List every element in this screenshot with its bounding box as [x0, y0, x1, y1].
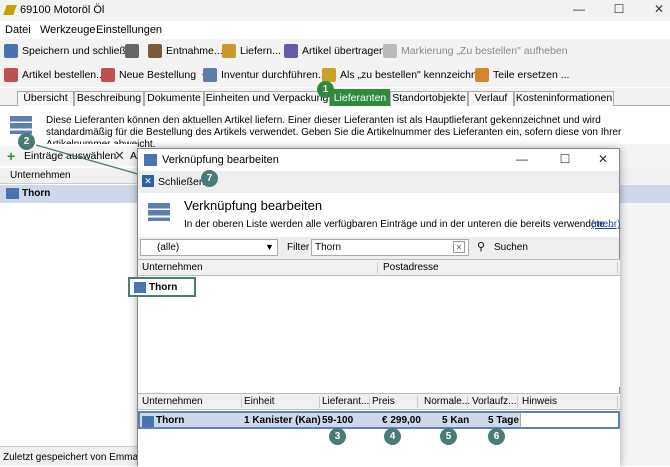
dialog-close-button[interactable]: ✕: [594, 152, 612, 168]
used-row-thorn[interactable]: Thorn 1 Kanister (Kan) 59-100 € 299,00 5…: [138, 411, 620, 429]
company-icon: [134, 282, 146, 293]
cell-price[interactable]: € 299,00: [382, 415, 421, 426]
cell-unit[interactable]: 1 Kanister (Kan): [244, 415, 321, 426]
cell-company: Thorn: [156, 415, 185, 426]
dialog-title: Verknüpfung bearbeiten: [162, 154, 279, 166]
badge-4: 4: [384, 428, 401, 445]
used-grid: Unternehmen Einheit Lieferant... Preis N…: [138, 393, 620, 467]
col-preis[interactable]: Preis: [372, 396, 418, 408]
dialog-maximize-button[interactable]: ☐: [556, 152, 574, 168]
category-dropdown[interactable]: (alle) ▼: [140, 239, 278, 256]
dialog-heading: Verknüpfung bearbeiten: [184, 198, 323, 213]
cell-supplier-no[interactable]: 59-100: [322, 415, 353, 426]
link-edit-icon: [148, 203, 170, 221]
badge-2: 2: [18, 133, 35, 150]
col-einheit[interactable]: Einheit: [244, 396, 320, 408]
cell-lead-time[interactable]: 5 Tage: [488, 415, 519, 426]
col-unternehmen-bottom[interactable]: Unternehmen: [142, 396, 242, 408]
filter-input[interactable]: Thorn ✕: [311, 239, 469, 256]
schliessen-button[interactable]: Schließen: [158, 176, 205, 188]
close-icon: ✕: [142, 175, 154, 187]
available-row-thorn[interactable]: Thorn: [128, 277, 196, 297]
dialog-minimize-button[interactable]: —: [513, 152, 531, 168]
badge-1: 1: [317, 81, 334, 98]
dialog-subtext: In der oberen Liste werden alle verfügba…: [184, 219, 614, 230]
dialog-titlebar: Verknüpfung bearbeiten — ☐ ✕: [138, 149, 619, 171]
dialog-header: Verknüpfung bearbeiten In der oberen Lis…: [138, 193, 620, 235]
col-normale[interactable]: Normale...: [424, 396, 470, 408]
clear-icon[interactable]: ✕: [453, 241, 465, 253]
col-lieferant[interactable]: Lieferant...: [322, 396, 370, 408]
cell-normal-qty[interactable]: 5 Kan: [442, 415, 469, 426]
available-grid-header: Unternehmen Postadresse: [138, 260, 620, 276]
company-icon: [142, 416, 154, 427]
badge-5: 5: [440, 428, 457, 445]
filter-row: (alle) ▼ Filter Thorn ✕ ⚲ Suchen: [138, 237, 619, 259]
search-icon: ⚲: [477, 241, 486, 253]
dialog-icon: [144, 154, 157, 166]
badge-7: 7: [201, 170, 218, 187]
badge-6: 6: [488, 428, 505, 445]
link-dialog: Verknüpfung bearbeiten — ☐ ✕ ✕ Schließen…: [128, 148, 620, 467]
badge-3: 3: [329, 428, 346, 445]
search-button[interactable]: Suchen: [494, 242, 528, 253]
col-vorlaufzeit[interactable]: Vorlaufz...: [472, 396, 518, 408]
col-postadresse[interactable]: Postadresse: [380, 262, 618, 274]
col-unternehmen-top[interactable]: Unternehmen: [142, 262, 378, 274]
more-link[interactable]: (mehr): [591, 219, 620, 230]
used-grid-header: Unternehmen Einheit Lieferant... Preis N…: [138, 394, 620, 410]
cell-note[interactable]: [520, 413, 618, 427]
col-hinweis[interactable]: Hinweis: [522, 396, 618, 408]
chevron-down-icon: ▼: [265, 242, 274, 252]
filter-label: Filter: [287, 242, 310, 253]
available-grid: Unternehmen Postadresse Thorn: [128, 259, 620, 387]
